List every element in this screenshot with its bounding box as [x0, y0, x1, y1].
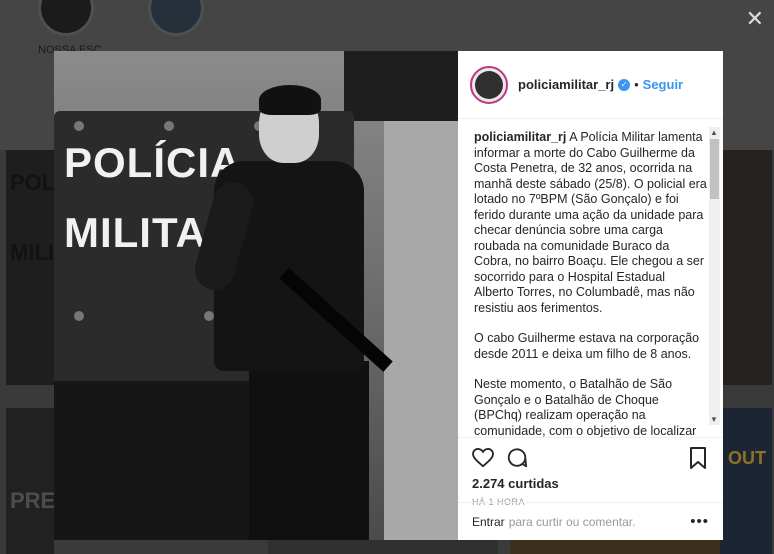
caption-text: A Polícia Militar lamenta informar a mor…	[474, 130, 707, 315]
rivet	[204, 311, 214, 321]
likes-count[interactable]: 2.274 curtidas	[472, 476, 709, 491]
post-header: policiamilitar_rj ✓ • Seguir	[458, 51, 723, 119]
post-actions: 2.274 curtidas HÁ 1 HORA	[458, 437, 723, 507]
post-photo[interactable]: POLÍCIA MILITAR	[54, 51, 458, 540]
scroll-up-arrow-icon[interactable]: ▲	[710, 128, 718, 137]
post-side-panel: policiamilitar_rj ✓ • Seguir policiamili…	[458, 51, 723, 540]
scrollbar-thumb[interactable]	[710, 139, 719, 199]
scroll-down-arrow-icon[interactable]: ▼	[710, 415, 718, 424]
vehicle-lettering: POLÍCIA	[64, 139, 242, 186]
comment-icon[interactable]	[506, 447, 528, 469]
separator-dot: •	[634, 77, 639, 92]
caption-scrollbar[interactable]: ▲ ▼	[709, 127, 720, 425]
more-options-icon[interactable]: •••	[690, 513, 709, 530]
rivet	[74, 311, 84, 321]
post-modal: POLÍCIA MILITAR policiamilitar_rj ✓ • Se…	[54, 51, 723, 540]
caption-paragraph: O cabo Guilherme estava na corporação de…	[474, 331, 700, 361]
vehicle-door	[384, 121, 458, 540]
avatar-image	[475, 70, 503, 99]
avatar[interactable]	[470, 65, 508, 104]
vehicle-window	[344, 51, 458, 121]
follow-button[interactable]: Seguir	[643, 77, 683, 92]
caption-username[interactable]: policiamilitar_rj	[474, 130, 566, 144]
rivet	[164, 121, 174, 131]
soldier-legs	[249, 361, 369, 540]
action-row	[472, 446, 709, 470]
bookmark-icon[interactable]	[687, 447, 709, 469]
comment-bar: Entrar para curtir ou comentar. •••	[458, 502, 723, 540]
soldier-hair	[259, 85, 321, 115]
close-icon[interactable]: ✕	[746, 8, 764, 30]
caption-paragraph: policiamilitar_rj A Polícia Militar lame…	[474, 130, 707, 316]
rivet	[74, 121, 84, 131]
comment-prompt: para curtir ou comentar.	[508, 514, 636, 529]
heart-icon[interactable]	[472, 447, 494, 469]
username-link[interactable]: policiamilitar_rj	[518, 77, 614, 92]
caption-paragraph: Neste momento, o Batalhão de São Gonçalo…	[474, 377, 697, 437]
caption-area[interactable]: policiamilitar_rj A Polícia Militar lame…	[458, 119, 723, 437]
verified-badge-icon: ✓	[618, 78, 631, 91]
login-link[interactable]: Entrar	[472, 515, 505, 529]
